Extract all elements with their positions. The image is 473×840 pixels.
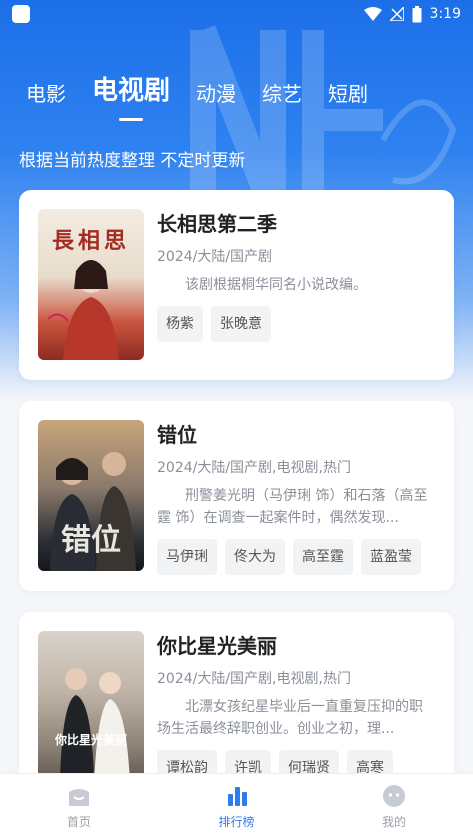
page-subtitle: 根据当前热度整理 不定时更新	[19, 151, 246, 171]
poster-title: 错位	[61, 523, 121, 558]
nav-ranking[interactable]: 排行榜	[158, 774, 316, 840]
battery-icon	[412, 5, 422, 22]
drama-description: 北漂女孩纪星毕业后一直重复压抑的职场生活最终辞职创业。创业之初，理...	[157, 699, 423, 737]
tab-variety[interactable]: 综艺	[262, 78, 302, 107]
drama-title: 长相思第二季	[157, 212, 277, 236]
actor-tag[interactable]: 佟大为	[225, 539, 285, 575]
actor-tag[interactable]: 杨紫	[157, 306, 203, 342]
actor-tag[interactable]: 张晚意	[211, 306, 271, 342]
drama-meta: 2024/大陆/国产剧	[157, 249, 273, 265]
tab-movie[interactable]: 电影	[26, 78, 66, 107]
actor-tag[interactable]: 高至霆	[293, 539, 353, 575]
nav-profile[interactable]: 我的	[315, 774, 473, 840]
home-icon	[68, 789, 89, 806]
drama-poster: 長相思	[38, 209, 144, 360]
wifi-icon	[363, 7, 382, 21]
category-tabs: 电影 电视剧 动漫 综艺 短剧	[26, 70, 394, 107]
actor-tag[interactable]: 马伊琍	[157, 539, 217, 575]
ranking-list: 長相思 长相思第二季 2024/大陆/国产剧 该剧根据桐华同名小说改编。 杨紫 …	[19, 190, 454, 823]
nav-home-label: 首页	[66, 815, 91, 829]
actor-tag[interactable]: 蓝盈莹	[361, 539, 421, 575]
drama-title: 你比星光美丽	[157, 634, 277, 658]
tab-anime[interactable]: 动漫	[196, 78, 236, 107]
drama-title: 错位	[157, 423, 197, 447]
drama-description: 刑警姜光明（马伊琍 饰）和石落（高至霆 饰）在调查一起案件时，偶然发现...	[157, 488, 428, 526]
tab-tv-series[interactable]: 电视剧	[92, 70, 170, 107]
drama-poster: 你比星光美丽	[38, 631, 144, 782]
nav-ranking-label: 排行榜	[218, 815, 255, 829]
bottom-navigation: 首页 排行榜 我的	[0, 773, 473, 840]
drama-poster: 错位	[38, 420, 144, 571]
drama-description: 该剧根据桐华同名小说改编。	[185, 277, 367, 293]
drama-meta: 2024/大陆/国产剧,电视剧,热门	[157, 460, 351, 476]
drama-meta: 2024/大陆/国产剧,电视剧,热门	[157, 671, 351, 687]
signal-icon	[389, 7, 404, 21]
nav-home[interactable]: 首页	[0, 774, 158, 840]
nav-profile-label: 我的	[382, 815, 407, 829]
notification-icon	[12, 5, 30, 23]
status-bar: 3:19	[0, 0, 473, 28]
drama-card[interactable]: 長相思 长相思第二季 2024/大陆/国产剧 该剧根据桐华同名小说改编。 杨紫 …	[19, 190, 454, 380]
tab-short-drama[interactable]: 短剧	[328, 78, 368, 107]
poster-title: 長相思	[51, 228, 130, 254]
drama-card[interactable]: 错位 错位 2024/大陆/国产剧,电视剧,热门 刑警姜光明（马伊琍 饰）和石落…	[19, 401, 454, 591]
face-icon	[383, 785, 406, 807]
poster-figure-art	[60, 668, 130, 782]
poster-title: 你比星光美丽	[54, 733, 127, 747]
bar-chart-icon	[227, 787, 247, 806]
status-time: 3:19	[429, 6, 461, 22]
